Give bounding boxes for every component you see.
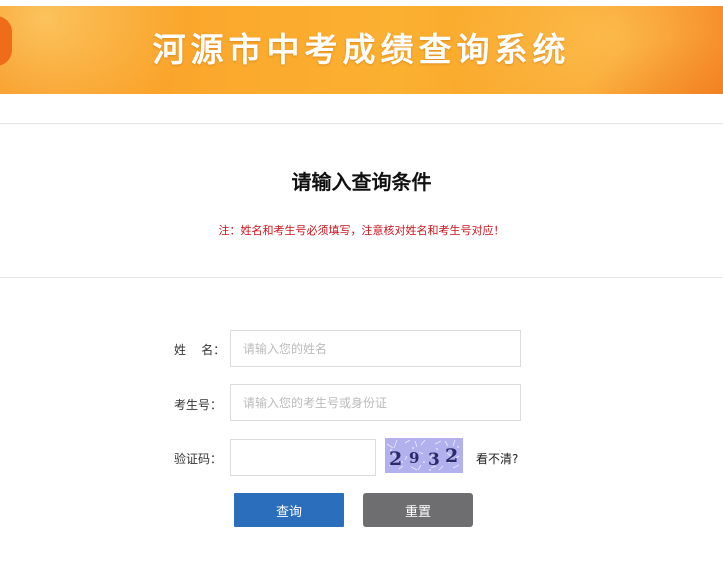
page: 河源市中考成绩查询系统 请输入查询条件 注：姓名和考生号必须填写，注意核对姓名和… [0, 0, 723, 562]
banner-title: 河源市中考成绩查询系统 [152, 30, 571, 69]
name-label: 姓 名： [174, 343, 226, 357]
name-input[interactable] [230, 330, 521, 367]
exam-id-label: 考生号： [174, 398, 223, 412]
notice-text: 注：姓名和考生号必须填写，注意核对姓名和考生号对应！ [218, 224, 505, 237]
captcha-image[interactable]: 2 9 3 2 [385, 438, 463, 473]
reset-button[interactable]: 重置 [363, 493, 473, 527]
divider [0, 123, 723, 124]
banner: 河源市中考成绩查询系统 [0, 6, 723, 94]
svg-text:9: 9 [409, 449, 419, 467]
svg-text:2: 2 [445, 445, 458, 467]
svg-text:3: 3 [428, 450, 440, 470]
divider [0, 277, 723, 278]
captcha-input[interactable] [230, 439, 376, 476]
page-heading: 请输入查询条件 [291, 170, 432, 194]
query-button[interactable]: 查询 [234, 493, 344, 527]
refresh-captcha-link[interactable]: 看不清? [476, 450, 518, 467]
captcha-label: 验证码： [174, 452, 223, 466]
svg-text:2: 2 [389, 448, 402, 470]
exam-id-input[interactable] [230, 384, 521, 421]
